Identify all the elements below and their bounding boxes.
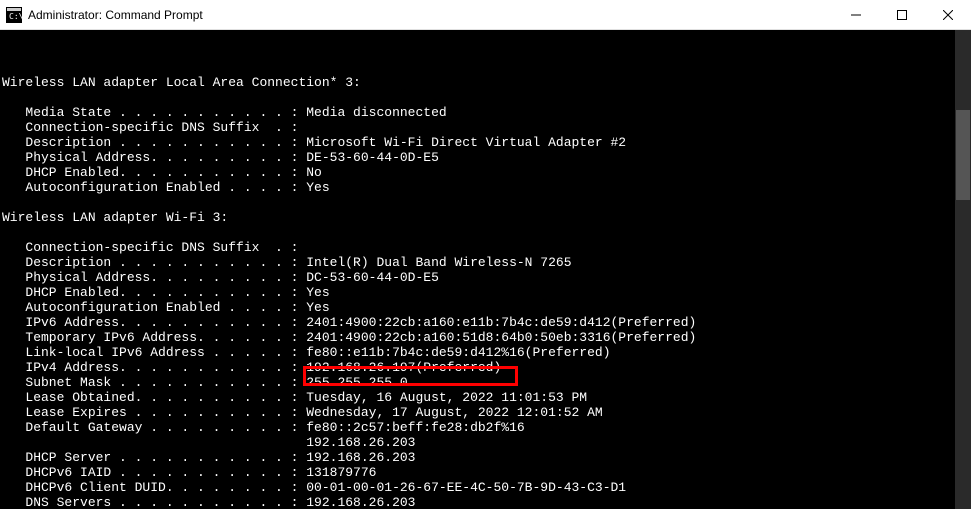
minimize-button[interactable]: [833, 0, 879, 29]
maximize-button[interactable]: [879, 0, 925, 29]
terminal-line: Lease Obtained. . . . . . . . . . : Tues…: [2, 390, 969, 405]
terminal-line: Default Gateway . . . . . . . . . : fe80…: [2, 420, 969, 435]
window-title: Administrator: Command Prompt: [28, 8, 203, 22]
scrollbar[interactable]: [955, 30, 971, 509]
terminal-line: Autoconfiguration Enabled . . . . : Yes: [2, 180, 969, 195]
terminal-line: IPv4 Address. . . . . . . . . . . : 192.…: [2, 360, 969, 375]
terminal-line: 192.168.26.203: [2, 435, 969, 450]
terminal-line: Wireless LAN adapter Local Area Connecti…: [2, 75, 969, 90]
close-button[interactable]: [925, 0, 971, 29]
terminal-line: DHCP Server . . . . . . . . . . . : 192.…: [2, 450, 969, 465]
terminal-line: Temporary IPv6 Address. . . . . . : 2401…: [2, 330, 969, 345]
terminal-line: IPv6 Address. . . . . . . . . . . : 2401…: [2, 315, 969, 330]
terminal-line: Wireless LAN adapter Wi-Fi 3:: [2, 210, 969, 225]
terminal-line: Connection-specific DNS Suffix . :: [2, 120, 969, 135]
terminal-line: Connection-specific DNS Suffix . :: [2, 240, 969, 255]
terminal-line: DHCP Enabled. . . . . . . . . . . : Yes: [2, 285, 969, 300]
terminal-lines: Wireless LAN adapter Local Area Connecti…: [2, 60, 969, 509]
terminal-line: DHCP Enabled. . . . . . . . . . . : No: [2, 165, 969, 180]
terminal-line: [2, 195, 969, 210]
svg-text:C:\: C:\: [9, 12, 22, 21]
cmd-icon: C:\: [6, 7, 22, 23]
terminal-line: DHCPv6 IAID . . . . . . . . . . . : 1318…: [2, 465, 969, 480]
terminal-line: Physical Address. . . . . . . . . : DC-5…: [2, 270, 969, 285]
terminal-line: Link-local IPv6 Address . . . . . : fe80…: [2, 345, 969, 360]
terminal-line: Autoconfiguration Enabled . . . . : Yes: [2, 300, 969, 315]
terminal-line: Description . . . . . . . . . . . : Micr…: [2, 135, 969, 150]
terminal-line: [2, 90, 969, 105]
window-controls: [833, 0, 971, 29]
terminal-output[interactable]: Wireless LAN adapter Local Area Connecti…: [0, 30, 971, 509]
titlebar-left: C:\ Administrator: Command Prompt: [0, 7, 203, 23]
terminal-line: DHCPv6 Client DUID. . . . . . . . : 00-0…: [2, 480, 969, 495]
terminal-line: [2, 60, 969, 75]
terminal-line: Physical Address. . . . . . . . . : DE-5…: [2, 150, 969, 165]
terminal-line: Lease Expires . . . . . . . . . . : Wedn…: [2, 405, 969, 420]
scrollbar-thumb[interactable]: [956, 110, 970, 200]
terminal-line: Subnet Mask . . . . . . . . . . . : 255.…: [2, 375, 969, 390]
window-titlebar: C:\ Administrator: Command Prompt: [0, 0, 971, 30]
terminal-line: Description . . . . . . . . . . . : Inte…: [2, 255, 969, 270]
terminal-line: Media State . . . . . . . . . . . : Medi…: [2, 105, 969, 120]
terminal-line: [2, 225, 969, 240]
terminal-line: DNS Servers . . . . . . . . . . . : 192.…: [2, 495, 969, 509]
